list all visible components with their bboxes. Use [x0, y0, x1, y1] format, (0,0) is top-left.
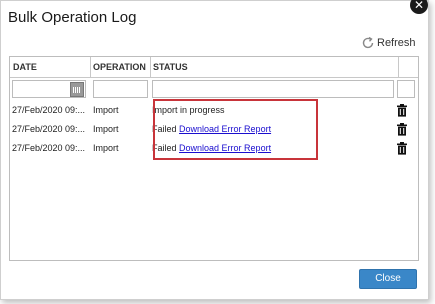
trash-icon[interactable] [396, 142, 408, 155]
bulk-operation-log-dialog: Bulk Operation Log Refresh DATE OPERATIO… [0, 0, 429, 300]
row-date: 27/Feb/2020 09:... [12, 105, 86, 115]
highlight-box [153, 99, 318, 160]
dialog-title: Bulk Operation Log [8, 9, 137, 26]
row-operation: Import [93, 105, 119, 115]
row-operation: Import [93, 124, 119, 134]
header-status[interactable]: STATUS [150, 57, 399, 77]
action-filter-box[interactable] [397, 80, 415, 98]
refresh-icon [362, 36, 374, 49]
trash-icon[interactable] [396, 104, 408, 117]
table-header: DATE OPERATION STATUS [10, 57, 418, 78]
status-filter-input[interactable] [152, 80, 394, 98]
refresh-label: Refresh [377, 37, 416, 49]
date-filter-input[interactable] [12, 80, 86, 98]
row-operation: Import [93, 143, 119, 153]
operation-filter-input[interactable] [93, 80, 148, 98]
row-date: 27/Feb/2020 09:... [12, 124, 86, 134]
row-date: 27/Feb/2020 09:... [12, 143, 86, 153]
calendar-icon[interactable] [70, 82, 84, 97]
header-operation[interactable]: OPERATION [90, 57, 151, 77]
refresh-button[interactable]: Refresh [361, 36, 416, 50]
close-button[interactable]: Close [359, 269, 417, 289]
trash-icon[interactable] [396, 123, 408, 136]
header-date[interactable]: DATE [10, 57, 91, 77]
